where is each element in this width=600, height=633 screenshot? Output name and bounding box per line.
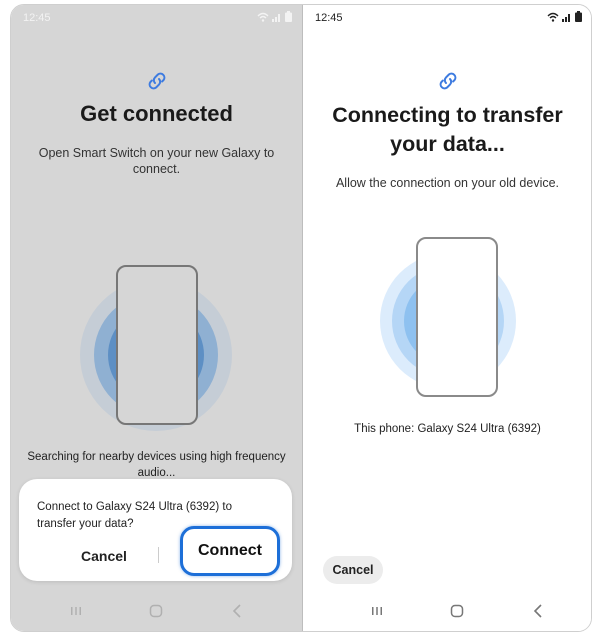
- dialog-connect-button[interactable]: Connect: [180, 526, 280, 576]
- right-screen: 12:45 Connecting to transfer your data..…: [302, 5, 591, 631]
- cancel-button[interactable]: Cancel: [323, 556, 383, 584]
- status-time: 12:45: [315, 12, 343, 24]
- searching-text: Searching for nearby devices using high …: [27, 451, 286, 479]
- phone-illustration: [116, 265, 198, 425]
- status-bar: 12:45: [11, 11, 302, 27]
- page-title: Get connected: [80, 101, 233, 126]
- dialog-divider: [158, 547, 159, 563]
- recents-icon[interactable]: [367, 601, 387, 621]
- status-icons: [547, 11, 582, 22]
- back-icon[interactable]: [227, 601, 247, 621]
- page-subtitle: Allow the connection on your old device.: [335, 176, 560, 190]
- wifi-icon: [547, 12, 559, 22]
- signal-icon: [562, 13, 570, 22]
- recents-icon[interactable]: [66, 601, 86, 621]
- nav-bar: [303, 601, 591, 621]
- back-icon[interactable]: [528, 601, 548, 621]
- link-icon: [148, 72, 165, 90]
- signal-icon: [272, 13, 280, 22]
- home-icon[interactable]: [447, 601, 467, 621]
- page-subtitle: Open Smart Switch on your new Galaxy to …: [38, 146, 275, 176]
- battery-icon: [575, 11, 582, 22]
- status-icons: [257, 11, 292, 22]
- home-icon[interactable]: [146, 601, 166, 621]
- status-time: 12:45: [23, 12, 51, 24]
- page-title: Connecting to transfer your data...: [332, 103, 563, 156]
- nav-bar: [11, 601, 302, 621]
- link-icon: [439, 72, 456, 90]
- phone-illustration: [416, 237, 498, 397]
- battery-icon: [285, 11, 292, 22]
- connect-dialog: Connect to Galaxy S24 Ultra (6392) to tr…: [19, 479, 292, 581]
- dialog-cancel-button[interactable]: Cancel: [49, 543, 159, 569]
- device-frame: 12:45 Get connected Open Smart Switch on…: [10, 4, 592, 632]
- status-bar: 12:45: [303, 11, 591, 27]
- this-phone-label: This phone: Galaxy S24 Ultra (6392): [354, 423, 541, 435]
- left-screen: 12:45 Get connected Open Smart Switch on…: [11, 5, 302, 631]
- wifi-icon: [257, 12, 269, 22]
